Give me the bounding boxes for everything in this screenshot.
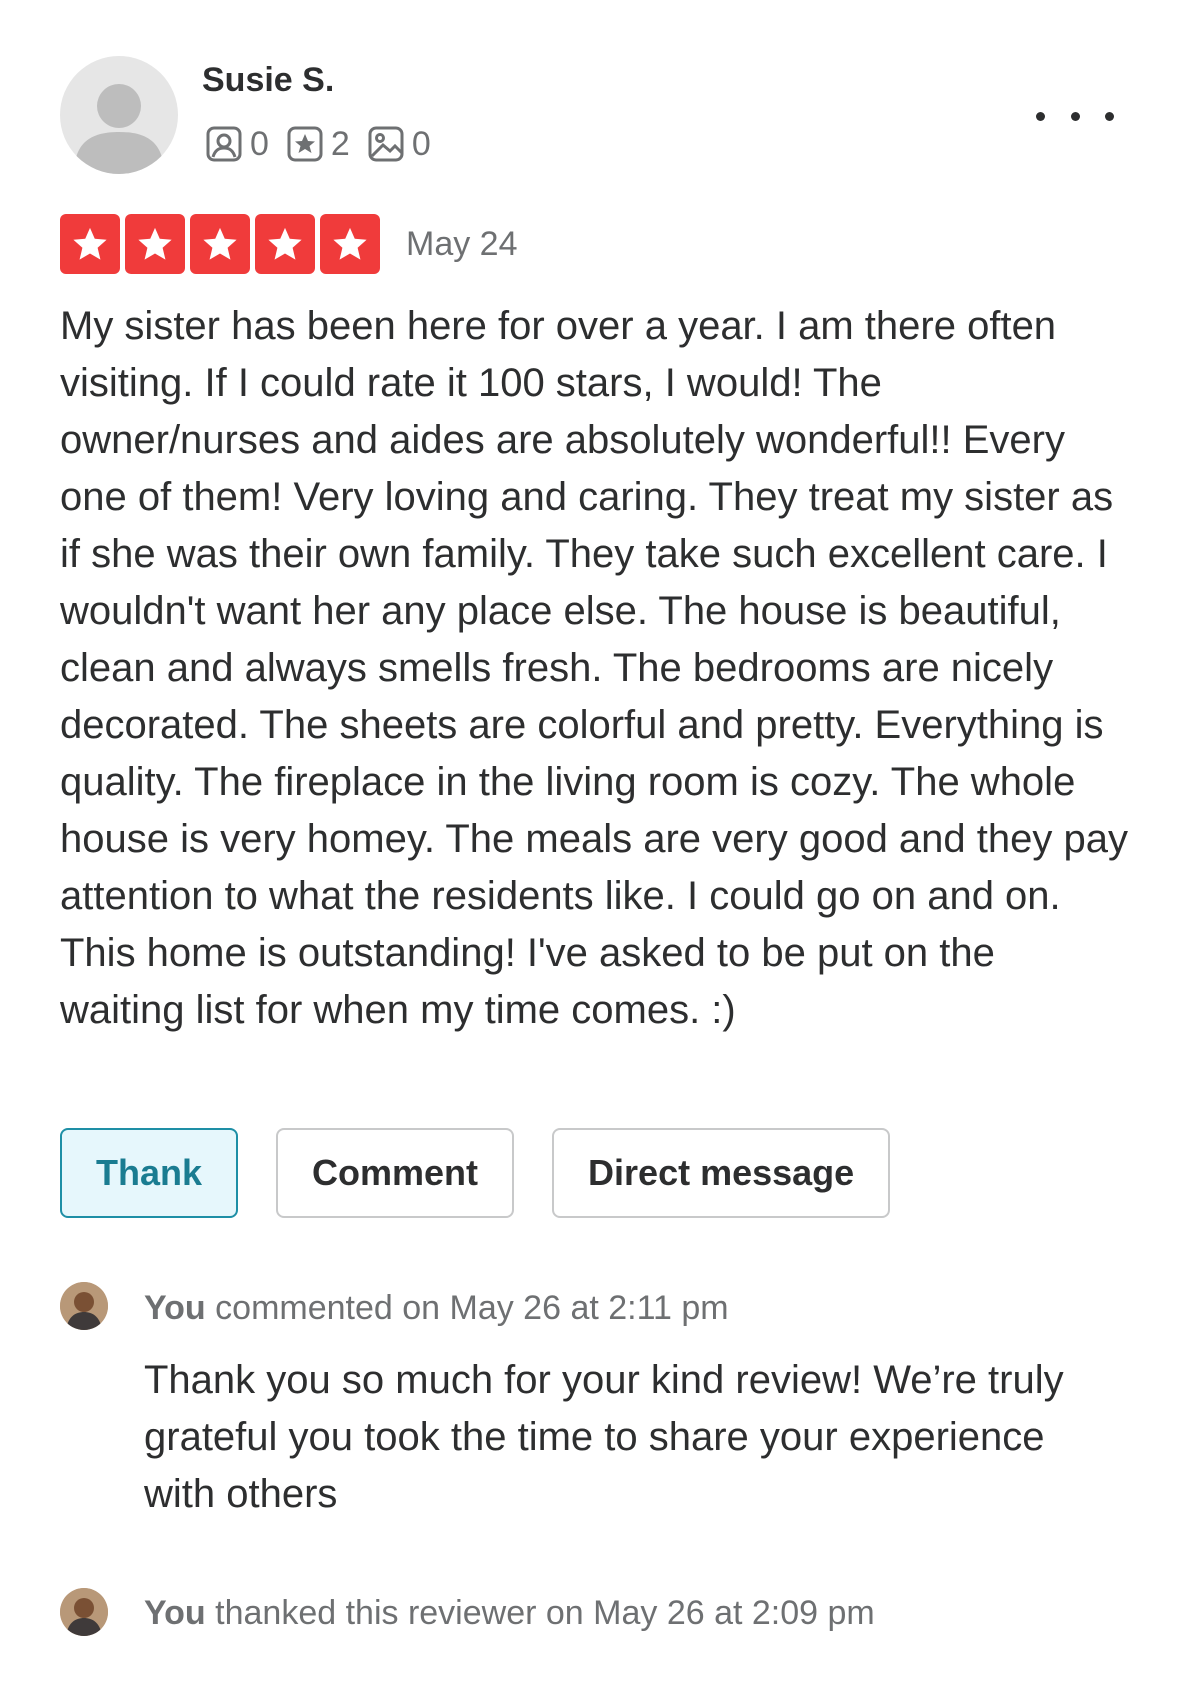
review-star-icon — [287, 126, 323, 162]
user-photo-icon — [60, 1588, 108, 1636]
comment-actor: You — [144, 1289, 206, 1327]
comment-meta: You commented on May 26 at 2:11 pm — [144, 1284, 729, 1332]
review-text: My sister has been here for over a year.… — [60, 304, 1128, 1032]
star-icon — [125, 214, 185, 274]
friends-icon — [206, 126, 242, 162]
user-photo-icon — [60, 1282, 108, 1330]
star-icon — [190, 214, 250, 274]
reviewer-avatar[interactable] — [60, 56, 178, 174]
photo-icon — [368, 126, 404, 162]
comment-meta-text: commented on May 26 at 2:11 pm — [215, 1289, 729, 1327]
thanked-actor: You — [144, 1594, 206, 1632]
reviews-stat: 2 — [285, 124, 350, 164]
user-avatar — [60, 1588, 108, 1636]
photos-stat: 0 — [366, 124, 431, 164]
comment-text: Thank you so much for your kind review! … — [144, 1358, 1064, 1516]
star-icon — [320, 214, 380, 274]
reviewer-stats: 0 2 0 — [204, 122, 447, 166]
dot — [1105, 111, 1114, 121]
star-icon — [60, 214, 120, 274]
friends-count: 0 — [250, 125, 269, 163]
thank-button[interactable]: Thank — [60, 1128, 239, 1218]
reviews-count: 2 — [330, 125, 350, 163]
star-icon — [255, 214, 315, 274]
direct-message-button[interactable]: Direct message — [552, 1128, 891, 1218]
dot — [1070, 111, 1080, 121]
friends-stat: 0 — [204, 124, 269, 164]
thanked-meta: You thanked this reviewer on May 26 at 2… — [144, 1589, 875, 1637]
star-rating — [60, 214, 385, 274]
user-avatar — [60, 1282, 108, 1330]
comment-button[interactable]: Comment — [276, 1128, 515, 1218]
default-user-icon — [74, 84, 164, 174]
photos-count: 0 — [411, 125, 431, 163]
review-date: May 24 — [406, 225, 518, 263]
reviewer-name[interactable]: Susie S. — [202, 56, 334, 104]
more-options-button[interactable] — [1036, 94, 1114, 138]
dot — [1036, 111, 1045, 121]
thanked-meta-text: thanked this reviewer on May 26 at 2:09 … — [215, 1594, 875, 1632]
review-actions: Thank Comment Direct message — [60, 1128, 928, 1218]
